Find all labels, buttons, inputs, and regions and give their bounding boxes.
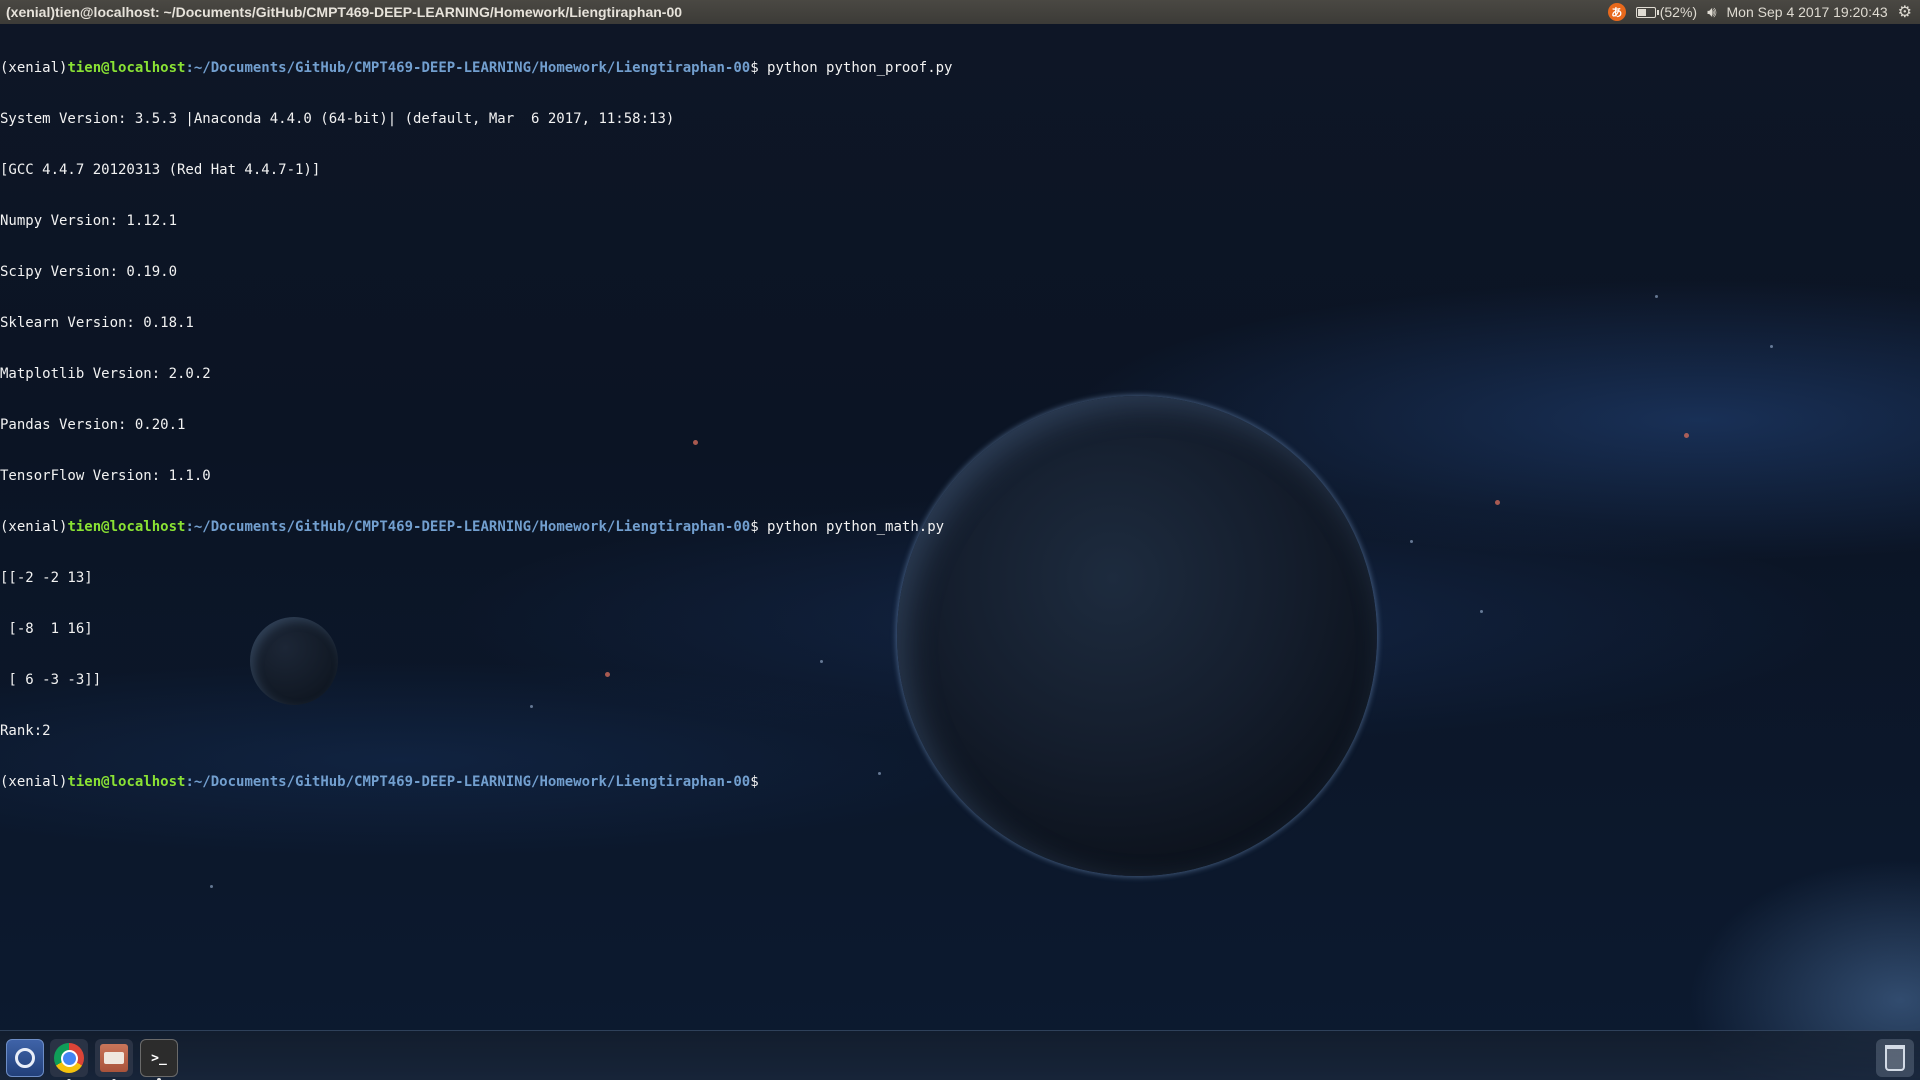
file-cabinet-icon (100, 1044, 128, 1072)
prompt-path: :~/Documents/GitHub/CMPT469-DEEP-LEARNIN… (185, 519, 751, 535)
terminal-output[interactable]: (xenial)tien@localhost:~/Documents/GitHu… (0, 26, 1920, 825)
output-line: [ 6 -3 -3]] (0, 672, 102, 688)
prompt-symbol: $ (750, 774, 759, 790)
output-line: [-8 1 16] (0, 621, 93, 637)
clock-indicator[interactable]: Mon Sep 4 2017 19:20:43 (1727, 4, 1888, 20)
prompt-user: tien@localhost (67, 60, 186, 76)
session-indicator[interactable]: ⚙ (1898, 2, 1920, 22)
prompt-line: (xenial)tien@localhost:~/Documents/GitHu… (0, 60, 1920, 77)
output-line: [GCC 4.4.7 20120313 (Red Hat 4.4.7-1)] (0, 162, 321, 178)
prompt-path: :~/Documents/GitHub/CMPT469-DEEP-LEARNIN… (185, 60, 751, 76)
clock: Mon Sep 4 2017 19:20:43 (1726, 4, 1888, 20)
output-line: Matplotlib Version: 2.0.2 (0, 366, 211, 382)
window-title: (xenial)tien@localhost: ~/Documents/GitH… (6, 4, 683, 20)
trash-icon (1885, 1045, 1905, 1071)
volume-indicator[interactable]: 🔊︎ (1707, 4, 1716, 21)
desktop: (xenial)tien@localhost: ~/Documents/GitH… (0, 0, 1920, 1080)
top-panel: (xenial)tien@localhost: ~/Documents/GitH… (0, 0, 1920, 24)
battery-fill (1637, 8, 1646, 16)
output-line: TensorFlow Version: 1.1.0 (0, 468, 211, 484)
wallpaper-star (210, 885, 213, 888)
command-text: python python_proof.py (758, 60, 953, 76)
prompt-symbol: $ (750, 60, 759, 76)
battery-indicator[interactable]: (52%) (1635, 4, 1698, 20)
input-method-icon: あ (1607, 3, 1626, 21)
dock-chrome[interactable] (50, 1039, 88, 1080)
gear-icon: ⚙ (1897, 4, 1912, 21)
battery-icon (1635, 6, 1659, 18)
system-icon (15, 1048, 35, 1068)
prompt-symbol: $ (750, 519, 759, 535)
speaker-icon: 🔊︎ (1707, 3, 1717, 21)
output-line: System Version: 3.5.3 |Anaconda 4.4.0 (6… (0, 111, 675, 127)
dock-files[interactable] (95, 1039, 133, 1080)
prompt-line: (xenial)tien@localhost:~/Documents/GitHu… (0, 519, 1920, 536)
dock-system-settings[interactable] (6, 1039, 44, 1077)
output-line: Sklearn Version: 0.18.1 (0, 315, 194, 331)
output-line: Pandas Version: 0.20.1 (0, 417, 186, 433)
conda-env: (xenial) (0, 774, 68, 790)
launcher-dock: >_ (0, 1030, 1920, 1080)
terminal-icon: >_ (151, 1050, 167, 1066)
input-method-indicator[interactable]: あ (1607, 3, 1626, 21)
battery-percent: (52%) (1659, 4, 1698, 20)
prompt-user: tien@localhost (67, 774, 186, 790)
dock-terminal[interactable]: >_ (140, 1039, 178, 1080)
chrome-icon (54, 1043, 84, 1073)
prompt-line[interactable]: (xenial)tien@localhost:~/Documents/GitHu… (0, 774, 1920, 791)
dock-trash[interactable] (1876, 1039, 1914, 1077)
command-text: python python_math.py (758, 519, 945, 535)
output-line: Rank:2 (0, 723, 51, 739)
prompt-user: tien@localhost (67, 519, 186, 535)
prompt-path: :~/Documents/GitHub/CMPT469-DEEP-LEARNIN… (185, 774, 751, 790)
conda-env: (xenial) (0, 60, 68, 76)
output-line: Scipy Version: 0.19.0 (0, 264, 178, 280)
output-line: Numpy Version: 1.12.1 (0, 213, 178, 229)
output-line: [[-2 -2 13] (0, 570, 93, 586)
conda-env: (xenial) (0, 519, 68, 535)
